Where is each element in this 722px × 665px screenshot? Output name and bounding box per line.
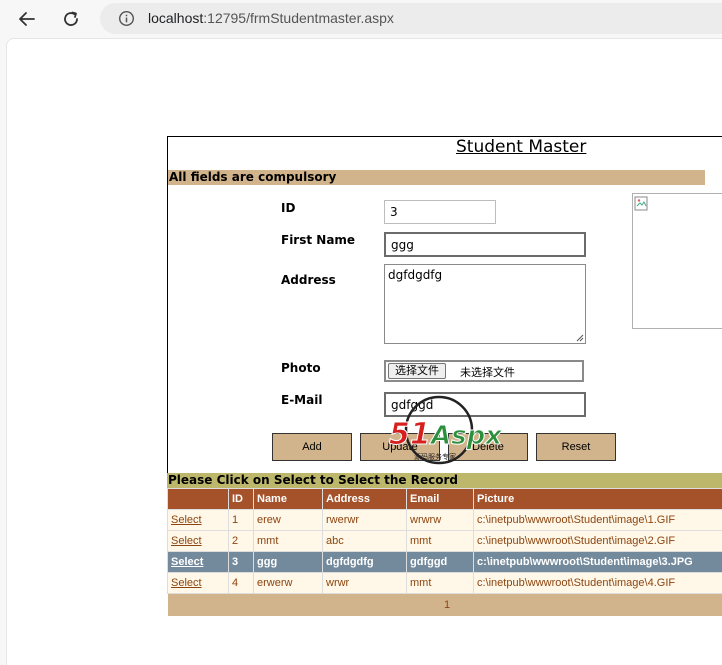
grid-caption: Please Click on Select to Select the Rec… <box>167 473 722 488</box>
student-form: Student Master All fields are compulsory… <box>167 136 722 476</box>
id-label: ID <box>281 201 296 215</box>
grid-pager: 1 <box>167 593 722 616</box>
cell-address: dgfdgdfg <box>322 551 407 573</box>
reload-button[interactable] <box>58 6 84 32</box>
update-button[interactable]: Update <box>360 433 440 461</box>
select-link[interactable]: Select <box>171 514 202 526</box>
cell-email: mmt <box>406 572 474 594</box>
pager-page-link[interactable]: 1 <box>444 599 450 611</box>
info-icon[interactable] <box>118 10 135 27</box>
cell-id: 4 <box>228 572 254 594</box>
photo-file-input[interactable]: 选择文件 未选择文件 <box>384 360 584 382</box>
select-link[interactable]: Select <box>171 577 202 589</box>
id-field[interactable]: 3 <box>384 200 496 224</box>
table-row-selected: Select 3 ggg dgfdgdfg gdfggd c:\inetpub\… <box>167 551 722 573</box>
cell-address: abc <box>322 530 407 552</box>
table-row: Select 4 erwerw wrwr mmt c:\inetpub\wwwr… <box>167 572 722 594</box>
select-link[interactable]: Select <box>171 556 203 568</box>
pager-cell: 1 <box>167 593 722 616</box>
select-cell: Select <box>167 530 229 552</box>
student-grid: ID Name Address Email Picture Select 1 e… <box>167 488 722 616</box>
first-name-field[interactable]: ggg <box>384 232 586 257</box>
delete-button[interactable]: Delete <box>448 433 528 461</box>
photo-label: Photo <box>281 361 321 375</box>
column-header-name: Name <box>253 488 323 510</box>
reload-icon <box>64 11 78 26</box>
select-cell: Select <box>167 551 229 573</box>
cell-address: wrwr <box>322 572 407 594</box>
cell-email: wrwrw <box>406 509 474 531</box>
column-header-id: ID <box>228 488 254 510</box>
add-button[interactable]: Add <box>272 433 352 461</box>
column-header-picture: Picture <box>473 488 722 510</box>
reset-button[interactable]: Reset <box>536 433 616 461</box>
cell-picture: c:\inetpub\wwwroot\Student\image\3.JPG <box>473 551 722 573</box>
back-button[interactable] <box>14 6 40 32</box>
cell-picture: c:\inetpub\wwwroot\Student\image\4.GIF <box>473 572 722 594</box>
address-bar[interactable]: localhost:12795/frmStudentmaster.aspx <box>100 3 722 34</box>
page-viewport: Student Master All fields are compulsory… <box>6 38 722 665</box>
resize-grip-icon[interactable] <box>576 334 584 342</box>
address-label: Address <box>281 273 336 287</box>
cell-name: erew <box>253 509 323 531</box>
cell-name: mmt <box>253 530 323 552</box>
choose-file-button[interactable]: 选择文件 <box>388 363 446 379</box>
select-link[interactable]: Select <box>171 535 202 547</box>
column-header-select <box>167 488 229 510</box>
cell-picture: c:\inetpub\wwwroot\Student\image\2.GIF <box>473 530 722 552</box>
compulsory-notice: All fields are compulsory <box>168 170 705 185</box>
table-row: Select 1 erew rwerwr wrwrw c:\inetpub\ww… <box>167 509 722 531</box>
cell-email: gdfggd <box>406 551 474 573</box>
url-text: localhost:12795/frmStudentmaster.aspx <box>148 10 394 26</box>
cell-id: 1 <box>228 509 254 531</box>
address-textarea[interactable]: dgfdgdfg <box>384 264 586 344</box>
email-label: E-Mail <box>281 393 323 407</box>
cell-id: 2 <box>228 530 254 552</box>
cell-email: mmt <box>406 530 474 552</box>
cell-name: erwerw <box>253 572 323 594</box>
cell-address: rwerwr <box>322 509 407 531</box>
browser-toolbar: localhost:12795/frmStudentmaster.aspx <box>0 0 722 38</box>
photo-preview <box>632 193 722 329</box>
cell-id: 3 <box>228 551 254 573</box>
select-cell: Select <box>167 509 229 531</box>
address-value: dgfdgdfg <box>388 268 443 282</box>
cell-picture: c:\inetpub\wwwroot\Student\image\1.GIF <box>473 509 722 531</box>
email-field[interactable]: gdfggd <box>384 392 586 417</box>
broken-image-icon <box>634 196 648 211</box>
cell-name: ggg <box>253 551 323 573</box>
file-status-text: 未选择文件 <box>460 366 515 379</box>
select-cell: Select <box>167 572 229 594</box>
column-header-address: Address <box>322 488 407 510</box>
first-name-label: First Name <box>281 233 356 247</box>
page-title: Student Master <box>456 137 587 157</box>
column-header-email: Email <box>406 488 474 510</box>
back-arrow-icon <box>19 12 35 26</box>
table-row: Select 2 mmt abc mmt c:\inetpub\wwwroot\… <box>167 530 722 552</box>
grid-header-row: ID Name Address Email Picture <box>167 488 722 510</box>
